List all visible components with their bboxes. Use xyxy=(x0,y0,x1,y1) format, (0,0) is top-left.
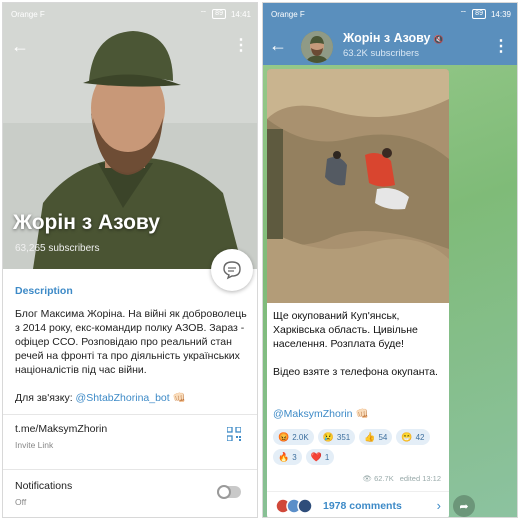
channel-post: Ще окупований Куп'янськ, Харківська обла… xyxy=(267,69,449,517)
reaction-emoji: ❤️ xyxy=(310,451,322,462)
fist-emoji: 👊🏻 xyxy=(355,408,369,420)
wifi-icon: ⌔ xyxy=(199,9,208,18)
chevron-right-icon: › xyxy=(436,498,441,513)
wifi-icon: ⌔ xyxy=(459,9,468,18)
edited-label: edited 13:12 xyxy=(399,474,441,483)
invite-link-label: Invite Link xyxy=(15,440,54,450)
clock-label: 14:39 xyxy=(490,9,511,19)
reaction-count: 351 xyxy=(336,432,351,442)
post-paragraph: Відео взяте з телефона окупанта. xyxy=(273,366,438,378)
invite-link-row[interactable]: t.me/MaksymZhorin Invite Link xyxy=(15,423,247,459)
carrier-label: Orange F xyxy=(271,9,305,19)
commenter-avatars xyxy=(275,498,313,514)
reactions-bar: 😡 2.0K 😢 351 👍 54 😁 42 🔥 3 ❤️ 1 xyxy=(273,429,445,465)
reaction-emoji: 😁 xyxy=(401,431,413,442)
reaction-emoji: 👍 xyxy=(364,431,376,442)
profile-subscriber-count: 63,265 subscribers xyxy=(15,243,100,254)
comments-row[interactable]: 1978 comments › xyxy=(267,491,449,517)
reaction-pill[interactable]: 👍 54 xyxy=(359,429,393,445)
right-status-bar: Orange F ⌔ 89 14:39 xyxy=(263,3,517,25)
qr-code-icon[interactable] xyxy=(227,427,241,441)
post-meta: 👁 62.7K edited 13:12 xyxy=(362,474,441,483)
description-text: Блог Максима Жоріна. На війні як доброво… xyxy=(15,308,247,376)
mention-line: @MaksymZhorin 👊🏻 xyxy=(273,407,369,420)
chat-bubble-icon xyxy=(223,261,241,280)
reaction-count: 1 xyxy=(324,452,330,462)
reaction-count: 42 xyxy=(415,432,425,442)
channel-title[interactable]: Жорін з Азову 🔇 xyxy=(343,31,443,45)
share-forward-button[interactable]: ➦ xyxy=(453,495,475,517)
screenshot-stage: Orange F ⌔ 89 14:41 ← ⋮ Жорін з Азову 63… xyxy=(0,0,520,520)
channel-title-text: Жорін з Азову xyxy=(343,31,431,45)
description-heading: Description xyxy=(15,285,73,297)
notifications-label: Notifications xyxy=(15,480,73,492)
left-status-bar: Orange F ⌔ 89 14:41 xyxy=(3,3,257,25)
channel-subscriber-count: 63.2K subscribers xyxy=(343,48,420,59)
reaction-count: 2.0K xyxy=(292,432,309,442)
contact-bot-link[interactable]: @ShtabZhorina_bot xyxy=(76,392,170,404)
notifications-state: Off xyxy=(15,497,27,507)
reaction-emoji: 😡 xyxy=(278,431,290,442)
more-options-icon[interactable]: ⋮ xyxy=(493,36,509,56)
more-options-icon[interactable]: ⋮ xyxy=(233,37,249,55)
views-value: 62.7K xyxy=(374,474,394,483)
eye-icon: 👁 xyxy=(362,474,372,483)
contact-line: Для зв'язку: @ShtabZhorina_bot 👊🏻 xyxy=(15,391,247,404)
clock-label: 14:41 xyxy=(230,9,251,19)
back-arrow-icon[interactable]: ← xyxy=(11,37,29,55)
notifications-toggle[interactable] xyxy=(217,485,241,499)
divider xyxy=(3,469,257,470)
channel-profile-screen: Orange F ⌔ 89 14:41 ← ⋮ Жорін з Азову 63… xyxy=(2,2,258,518)
channel-feed-screen: Orange F ⌔ 89 14:39 ← Жорін з Азову 🔇 63… xyxy=(262,2,518,518)
divider xyxy=(3,414,257,415)
avatar-image xyxy=(301,31,333,63)
battery-icon: 89 xyxy=(472,9,486,19)
post-paragraph: Ще окупований Куп'янськ, Харківська обла… xyxy=(273,310,418,350)
share-arrow-icon: ➦ xyxy=(459,500,469,513)
views-count: 👁 62.7K xyxy=(362,474,393,483)
toggle-knob xyxy=(217,485,231,499)
reaction-emoji: 🔥 xyxy=(278,451,290,462)
channel-avatar[interactable] xyxy=(301,31,333,63)
reaction-pill[interactable]: ❤️ 1 xyxy=(305,449,335,465)
reaction-pill[interactable]: 😢 351 xyxy=(317,429,356,445)
reaction-count: 54 xyxy=(378,432,388,442)
reaction-pill[interactable]: 😁 42 xyxy=(396,429,430,445)
notifications-row[interactable]: Notifications Off xyxy=(15,480,247,512)
contact-label: Для зв'язку: xyxy=(15,392,73,404)
reaction-count: 3 xyxy=(292,452,297,462)
back-arrow-icon[interactable]: ← xyxy=(269,36,287,54)
carrier-label: Orange F xyxy=(11,9,45,19)
mention-link[interactable]: @MaksymZhorin xyxy=(273,408,353,420)
comments-count-label[interactable]: 1978 comments xyxy=(323,500,402,512)
reaction-pill[interactable]: 😡 2.0K xyxy=(273,429,314,445)
reaction-emoji: 😢 xyxy=(322,431,334,442)
profile-channel-title: Жорін з Азову xyxy=(13,211,160,234)
post-photo-scene xyxy=(267,69,449,303)
reaction-pill[interactable]: 🔥 3 xyxy=(273,449,302,465)
profile-hero-photo: Orange F ⌔ 89 14:41 ← ⋮ Жорін з Азову 63… xyxy=(3,3,257,269)
muted-icon: 🔇 xyxy=(433,35,444,44)
profile-info-section: Description Блог Максима Жоріна. На війн… xyxy=(3,269,257,512)
discussion-chat-button[interactable] xyxy=(211,249,253,291)
channel-header: Orange F ⌔ 89 14:39 ← Жорін з Азову 🔇 63… xyxy=(263,3,517,65)
post-video-thumbnail[interactable] xyxy=(267,69,449,303)
fist-emoji: 👊🏻 xyxy=(172,392,186,404)
invite-link-value[interactable]: t.me/MaksymZhorin xyxy=(15,423,247,435)
battery-icon: 89 xyxy=(212,9,226,19)
post-text: Ще окупований Куп'янськ, Харківська обла… xyxy=(273,309,443,393)
